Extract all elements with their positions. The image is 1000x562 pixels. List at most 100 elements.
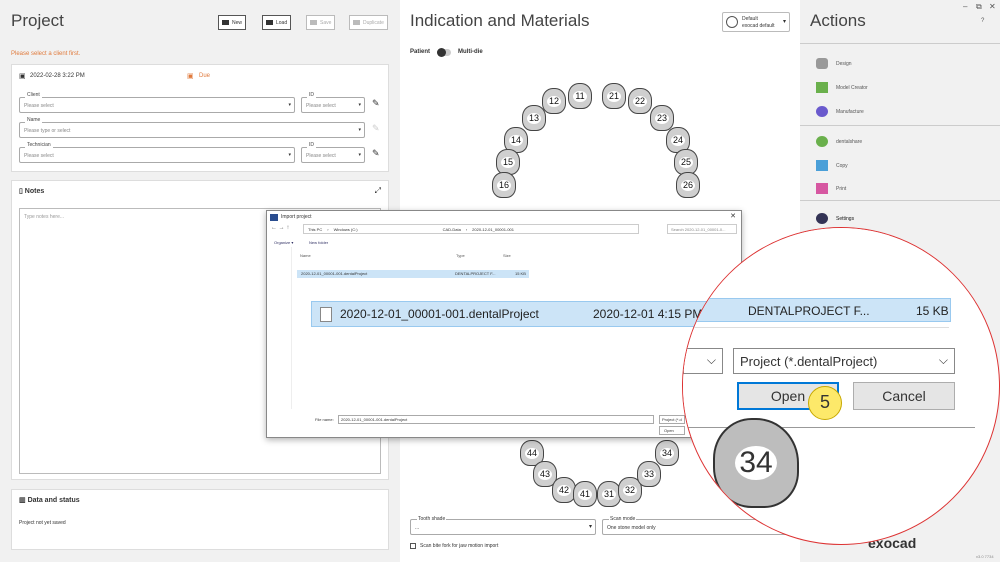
- file-icon: [320, 306, 332, 322]
- nav-pane[interactable]: [268, 247, 292, 409]
- save-icon: [310, 20, 317, 25]
- version-text: v3.0 7734: [976, 554, 994, 559]
- tooth-number: 15: [500, 156, 515, 168]
- new-button[interactable]: New: [218, 15, 247, 30]
- dialog-close-icon[interactable]: ✕: [730, 212, 736, 220]
- technician-id-select[interactable]: ID Please select ▾: [301, 142, 365, 163]
- tooth-number: 26: [680, 179, 695, 191]
- maximize-icon[interactable]: ⧉: [976, 2, 982, 12]
- load-label: Load: [276, 19, 288, 26]
- action-settings[interactable]: Settings: [836, 216, 854, 222]
- preset-icon: [726, 16, 738, 28]
- tooth-number: 33: [641, 468, 656, 480]
- tooth-number: 25: [678, 156, 693, 168]
- tooth-number: 44: [524, 447, 539, 459]
- tooth-number: 23: [654, 112, 669, 124]
- client-select[interactable]: Client Please select ▾: [19, 92, 295, 113]
- load-button[interactable]: Load: [262, 15, 292, 30]
- tooth-12[interactable]: 12: [542, 88, 566, 114]
- indication-title: Indication and Materials: [410, 11, 590, 30]
- client-id-label: ID: [307, 92, 316, 98]
- client-warning: Please select a client first.: [11, 51, 81, 57]
- dialog-title: Import project: [281, 214, 312, 220]
- chevron-down-icon: ▾: [358, 127, 361, 133]
- help-icon[interactable]: ?: [981, 18, 984, 24]
- minimize-icon[interactable]: –: [963, 2, 967, 11]
- address-bar[interactable]: This PC › Windows (C:) CAD-Data › 2020-12-…: [303, 224, 639, 234]
- app-icon: [270, 214, 278, 221]
- client-id-select[interactable]: ID Please select ▾: [301, 92, 365, 113]
- zoom-tooth-34[interactable]: 34: [713, 418, 799, 508]
- zoom-file-row[interactable]: DENTALPROJECT F... 15 KB: [683, 298, 951, 322]
- file-row-type: DENTALPROJECT F...: [455, 271, 496, 276]
- tooth-number: 42: [556, 484, 571, 496]
- path-segment[interactable]: CAD-Data: [443, 227, 461, 232]
- action-dentalshare[interactable]: dentalshare: [836, 139, 862, 145]
- duplicate-button[interactable]: Duplicate: [349, 15, 388, 30]
- new-label: New: [232, 19, 243, 26]
- column-name[interactable]: Name: [300, 253, 311, 258]
- tooth-11[interactable]: 11: [568, 83, 592, 109]
- edit-client-icon[interactable]: ✎: [372, 98, 380, 109]
- model-creator-icon: [816, 82, 828, 93]
- action-print[interactable]: Print: [836, 186, 846, 192]
- tooth-shade-select[interactable]: Tooth shade ... ▾: [410, 516, 596, 535]
- print-icon: [816, 183, 828, 194]
- action-manufacture[interactable]: Manufacture: [836, 109, 864, 115]
- back-icon[interactable]: ← → ↑: [271, 225, 289, 231]
- tooth-number: 16: [496, 179, 511, 191]
- path-segment[interactable]: 2020-12-01_00001-001: [472, 227, 514, 232]
- action-model-creator[interactable]: Model Creator: [836, 85, 868, 91]
- preset-line1: Default: [742, 16, 758, 22]
- filename-input[interactable]: 2020-12-01_00001-001.dentalProject: [338, 415, 654, 424]
- file-row-name: 2020-12-01_00001-001.dentalProject: [301, 271, 368, 276]
- edit-name-icon[interactable]: ✎: [372, 123, 380, 134]
- column-size[interactable]: Size: [503, 253, 511, 258]
- organize-button[interactable]: Organize ▾: [274, 240, 293, 245]
- open-button-small[interactable]: Open: [659, 426, 685, 435]
- preset-select[interactable]: Default exocad default ▾: [722, 12, 790, 32]
- toggle-knob: [437, 48, 446, 57]
- zoom-filter-select[interactable]: Project (*.dentalProject) ⌵: [733, 348, 955, 374]
- tooth-34[interactable]: 34: [655, 440, 679, 466]
- new-folder-button[interactable]: New folder: [309, 240, 328, 245]
- due-date[interactable]: Due: [199, 73, 210, 79]
- file-row[interactable]: 2020-12-01_00001-001.dentalProject DENTA…: [297, 270, 529, 278]
- tooth-26[interactable]: 26: [676, 172, 700, 198]
- path-segment[interactable]: Windows (C:): [334, 227, 358, 232]
- tooth-13[interactable]: 13: [522, 105, 546, 131]
- tooth-22[interactable]: 22: [628, 88, 652, 114]
- project-date[interactable]: 2022-02-28 3:22 PM: [30, 73, 85, 79]
- cancel-button[interactable]: Cancel: [853, 382, 955, 410]
- tooth-21[interactable]: 21: [602, 83, 626, 109]
- tooth-41[interactable]: 41: [573, 481, 597, 507]
- path-segment[interactable]: This PC: [308, 227, 322, 232]
- action-design[interactable]: Design: [836, 61, 852, 67]
- zoom-filename-dropdown[interactable]: ⌵: [683, 348, 723, 374]
- client-placeholder: Please select: [24, 103, 54, 109]
- patient-multidie-toggle[interactable]: [437, 48, 451, 57]
- tooth-15[interactable]: 15: [496, 149, 520, 175]
- close-icon[interactable]: ✕: [989, 2, 996, 11]
- action-copy[interactable]: Copy: [836, 163, 848, 169]
- technician-select[interactable]: Technician Please select ▾: [19, 142, 295, 163]
- tooth-16[interactable]: 16: [492, 172, 516, 198]
- bite-fork-checkbox[interactable]: [410, 543, 416, 549]
- zoom-row-type: DENTALPROJECT F...: [748, 304, 870, 318]
- edit-technician-icon[interactable]: ✎: [372, 148, 380, 159]
- client-label: Client: [25, 92, 42, 98]
- expand-icon[interactable]: ⤢: [375, 186, 381, 196]
- file-type-filter[interactable]: Project (*.d: [659, 415, 685, 424]
- zoom-filter-text: Project (*.dentalProject): [740, 354, 878, 369]
- technician-id-placeholder: Please select: [306, 153, 336, 159]
- column-type[interactable]: Type: [456, 253, 465, 258]
- name-field[interactable]: Name Please type or select ▾: [19, 117, 365, 138]
- save-button[interactable]: Save: [306, 15, 336, 30]
- tooth-33[interactable]: 33: [637, 461, 661, 487]
- duplicate-icon: [353, 20, 360, 25]
- tooth-number: 22: [632, 95, 647, 107]
- tooth-23[interactable]: 23: [650, 105, 674, 131]
- bite-fork-label: Scan bite fork for jaw motion import: [420, 543, 499, 549]
- multidie-label: Multi-die: [458, 49, 483, 55]
- tooth-number: 21: [606, 90, 621, 102]
